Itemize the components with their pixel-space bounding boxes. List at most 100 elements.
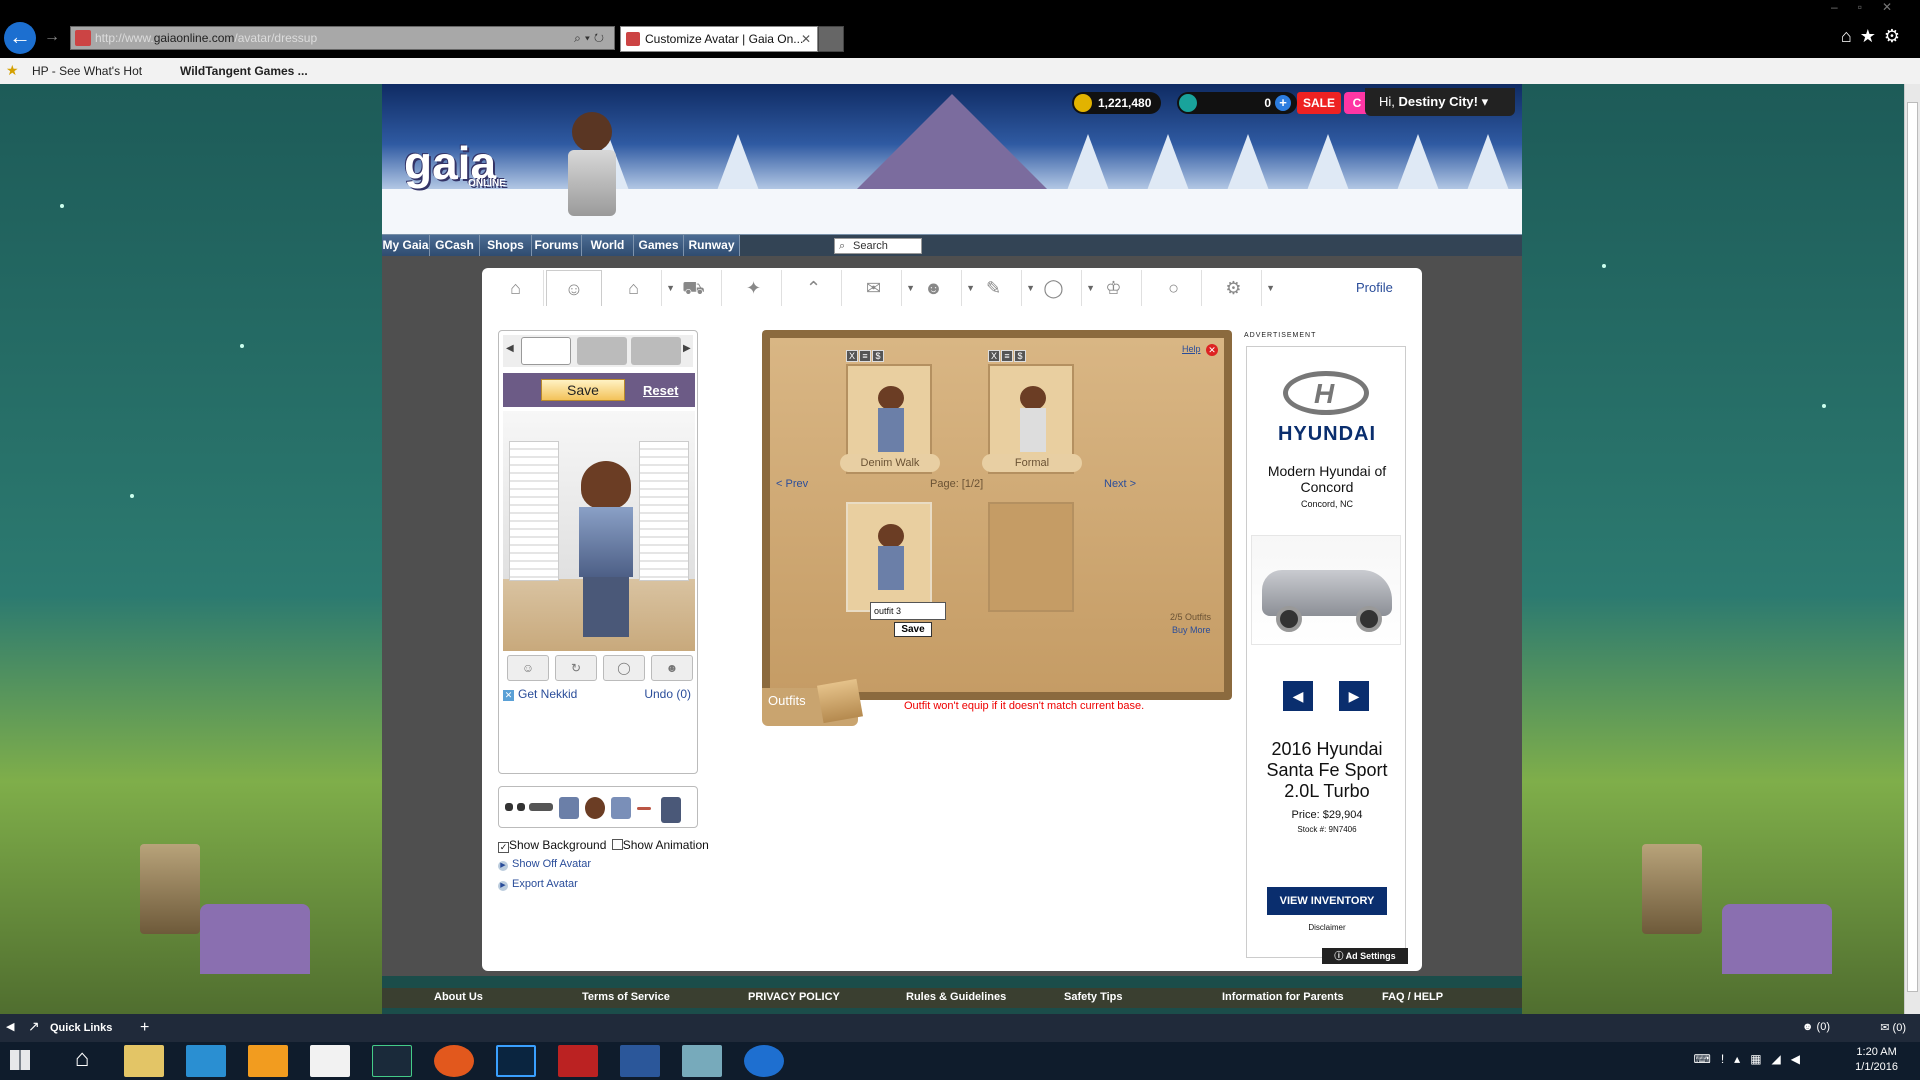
footer-rules[interactable]: Rules & Guidelines	[906, 991, 1006, 1003]
outfit-slot-empty[interactable]	[988, 502, 1074, 612]
group-button[interactable]: ☻	[651, 655, 693, 681]
ad-disclaimer-link[interactable]: Disclaimer	[1247, 923, 1407, 932]
photoshop-icon[interactable]	[496, 1045, 536, 1077]
advertisement[interactable]: HYUNDAI Modern Hyundai of Concord Concor…	[1246, 346, 1406, 958]
closet-tab-human[interactable]	[521, 337, 571, 365]
eyes-item[interactable]	[505, 803, 513, 811]
links-left-arrow-icon[interactable]: ◀	[6, 1020, 14, 1033]
sell-outfit-icon[interactable]: $	[872, 350, 884, 362]
browser-tab[interactable]: Customize Avatar | Gaia On... ✕	[620, 26, 818, 52]
filezilla-icon[interactable]	[558, 1045, 598, 1077]
profile-link[interactable]: Profile	[1356, 280, 1393, 295]
favorites-star-icon[interactable]: ★	[6, 62, 19, 79]
next-page-link[interactable]: Next >	[1104, 478, 1136, 490]
save-outfit-button[interactable]: Save	[894, 622, 932, 637]
gold-balance[interactable]: 1,221,480	[1072, 92, 1162, 114]
ad-prev-arrow-icon[interactable]: ◀	[1283, 681, 1313, 711]
footer-safety[interactable]: Safety Tips	[1064, 991, 1123, 1003]
amazon-icon[interactable]	[248, 1045, 288, 1077]
file-explorer-icon[interactable]	[124, 1045, 164, 1077]
show-animation-checkbox[interactable]	[611, 839, 623, 850]
ad-next-arrow-icon[interactable]: ▶	[1339, 681, 1369, 711]
add-link-icon[interactable]: +	[140, 1019, 149, 1037]
home-favorites-settings-icons[interactable]: ⌂★⚙	[1841, 26, 1908, 47]
internet-explorer-icon[interactable]	[744, 1045, 784, 1077]
delete-outfit-icon[interactable]: X	[846, 350, 858, 362]
avatar-dressup-icon[interactable]: ☺	[546, 270, 602, 306]
menu-games[interactable]: Games	[634, 235, 684, 256]
journal-icon[interactable]: ✎ ▼	[966, 270, 1035, 306]
footer-faq[interactable]: FAQ / HELP	[1382, 991, 1443, 1003]
list-outfit-icon[interactable]: ≡	[1001, 350, 1013, 362]
mail-counter[interactable]: ✉ (0)	[1880, 1021, 1906, 1034]
gaia-home-icon[interactable]: ⌂	[488, 270, 544, 306]
pants-item[interactable]	[661, 797, 681, 823]
menu-forums[interactable]: Forums	[532, 235, 582, 256]
jacket-item[interactable]	[559, 797, 579, 819]
gaia-logo[interactable]: gaia ONLINE	[404, 136, 506, 190]
ad-settings-button[interactable]: ⓘ Ad Settings	[1322, 948, 1408, 964]
favorite-hp-link[interactable]: HP - See What's Hot	[32, 64, 142, 78]
delete-outfit-icon[interactable]: X	[988, 350, 1000, 362]
forward-arrow-icon[interactable]: →	[44, 28, 60, 46]
search-input[interactable]: ⌕ Search	[834, 238, 922, 254]
get-nekkid-link[interactable]: ✕ Get Nekkid	[503, 687, 577, 701]
word-icon[interactable]	[620, 1045, 660, 1077]
settings-icon[interactable]: ⚙ ▼	[1206, 270, 1275, 306]
footer-privacy[interactable]: PRIVACY POLICY	[748, 991, 840, 1003]
favorite-wildtangent-link[interactable]: WildTangent Games ...	[180, 64, 308, 78]
save-avatar-button[interactable]: Save	[541, 379, 625, 401]
view-inventory-button[interactable]: VIEW INVENTORY	[1267, 887, 1387, 915]
friends-icon[interactable]: ☻ ▼	[906, 270, 975, 306]
menu-gcash[interactable]: GCash	[430, 235, 480, 256]
list-outfit-icon[interactable]: ≡	[859, 350, 871, 362]
address-tools-icon[interactable]: ⌕▾↻	[574, 27, 608, 49]
header-avatar-image[interactable]	[572, 112, 612, 152]
mail-icon[interactable]: ✉ ▼	[846, 270, 915, 306]
system-tray[interactable]: ⌨!▴▦◢◀	[1694, 1052, 1810, 1066]
close-tab-icon[interactable]: ✕	[801, 27, 811, 51]
footer-parents[interactable]: Information for Parents	[1222, 991, 1344, 1003]
add-gcash-icon[interactable]: +	[1275, 95, 1291, 111]
outfits-tab[interactable]: Outfits	[762, 678, 863, 726]
undo-link[interactable]: Undo (0)	[644, 687, 691, 701]
buy-more-link[interactable]: Buy More	[1172, 625, 1211, 635]
face-button[interactable]: ◯	[603, 655, 645, 681]
windows-start-icon[interactable]	[10, 1050, 30, 1070]
back-arrow-icon[interactable]: ←	[4, 22, 36, 54]
app-icon[interactable]	[682, 1045, 722, 1077]
sell-outfit-icon[interactable]: $	[1014, 350, 1026, 362]
tabs-right-arrow-icon[interactable]: ▶	[683, 343, 691, 354]
friends-counter[interactable]: ☻ (0)	[1802, 1021, 1830, 1033]
tabs-left-arrow-icon[interactable]: ◀	[506, 343, 514, 354]
ring-icon[interactable]: ○	[1146, 270, 1202, 306]
house-icon[interactable]: ⌂ ▼	[606, 270, 675, 306]
menu-runway[interactable]: Runway	[684, 235, 740, 256]
outfit-slot-new[interactable]	[846, 502, 932, 612]
menu-my-gaia[interactable]: My Gaia	[382, 235, 430, 256]
menu-shops[interactable]: Shops	[480, 235, 532, 256]
hair-item[interactable]	[585, 797, 605, 819]
sale-badge[interactable]: SALE	[1297, 92, 1342, 114]
window-controls[interactable]: –▫✕	[1831, 0, 1912, 14]
home-icon[interactable]: ⌂	[62, 1045, 102, 1077]
document-icon[interactable]	[310, 1045, 350, 1077]
quick-links[interactable]: Quick Links	[50, 1022, 112, 1034]
rotate-button[interactable]: ↻	[555, 655, 597, 681]
aquarium-icon[interactable]: ✦	[726, 270, 782, 306]
show-background-checkbox[interactable]: ✓	[498, 842, 509, 853]
address-bar[interactable]: http://www.gaiaonline.com/avatar/dressup…	[70, 26, 615, 50]
lips-item[interactable]	[637, 807, 651, 810]
new-tab-button[interactable]	[818, 26, 844, 52]
pose-button[interactable]: ☺	[507, 655, 549, 681]
help-link[interactable]: Help	[1182, 344, 1201, 354]
closet-tab-cat[interactable]	[577, 337, 627, 365]
user-greeting-menu[interactable]: Hi, Destiny City! ▾	[1365, 88, 1515, 116]
footer-terms[interactable]: Terms of Service	[582, 991, 670, 1003]
prev-page-link[interactable]: < Prev	[776, 478, 808, 490]
car-icon[interactable]: ⛟	[666, 270, 722, 306]
page-scrollbar[interactable]	[1904, 84, 1920, 1014]
reset-link[interactable]: Reset	[643, 383, 678, 398]
export-avatar-link[interactable]: ▶ Export Avatar	[498, 878, 578, 891]
show-off-avatar-link[interactable]: ▶ Show Off Avatar	[498, 858, 591, 871]
